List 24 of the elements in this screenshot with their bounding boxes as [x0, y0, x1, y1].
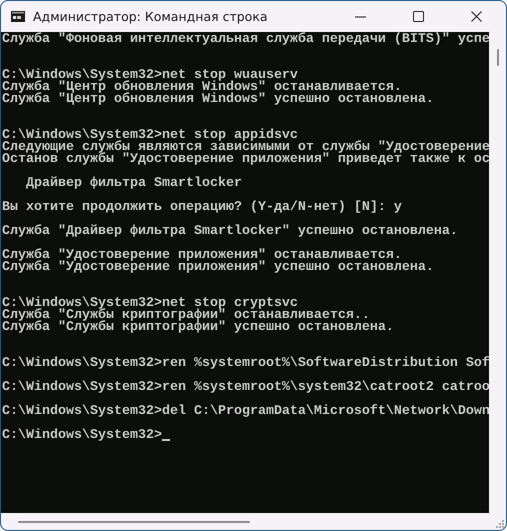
- resize-grip-icon[interactable]: [496, 520, 504, 528]
- console-line: C:\Windows\System32>net stop appidsvc: [2, 130, 298, 142]
- scrollbar-thumb[interactable]: [18, 520, 250, 522]
- scrollbar-thumb[interactable]: [496, 49, 498, 66]
- maximize-icon: [413, 10, 425, 22]
- close-icon: [471, 10, 483, 22]
- console-line: Служба "Фоновая интеллектуальная служба передачи (BITS)" успе: [2, 34, 489, 46]
- console-line: Вы хотите продолжить операцию? (Y-да/N-нет) [N]: y: [2, 202, 402, 214]
- console-line: Драйвер фильтра Smartlocker: [24, 178, 242, 190]
- console-line: Служба "Службы криптографии" останавливается..: [2, 310, 370, 322]
- console-line: Останов службы "Удостоверение приложения" приведет также к ос: [2, 154, 489, 166]
- console-line: C:\Windows\System32>ren %systemroot%\system32\catroot2 catroo: [2, 382, 489, 394]
- command-prompt: C:\Windows\System32>: [2, 430, 162, 442]
- console-line: Служба "Службы криптографии" успешно остановлена.: [2, 322, 394, 334]
- console-line: Служба "Удостоверение приложения" останавливается.: [2, 250, 402, 262]
- console-line: Служба "Драйвер фильтра Smartlocker" успешно остановлена.: [2, 226, 458, 238]
- console-line: C:\Windows\System32>ren %systemroot%\SoftwareDistribution Sof: [2, 358, 489, 370]
- console-line: C:\Windows\System32>del C:\ProgramData\Microsoft\Network\Down: [2, 406, 489, 418]
- console-icon: [11, 11, 25, 22]
- console-line: C:\Windows\System32>net stop cryptsvc: [2, 298, 298, 310]
- console-line: Следующие службы являются зависимыми от службы "Удостоверение: [2, 142, 489, 154]
- console-line: Служба "Удостоверение приложения" успешно остановлена.: [2, 262, 434, 274]
- window-title: Администратор: Командная строка: [33, 9, 269, 24]
- console-line: Служба "Центр обновления Windows" успешно остановлена.: [2, 94, 434, 106]
